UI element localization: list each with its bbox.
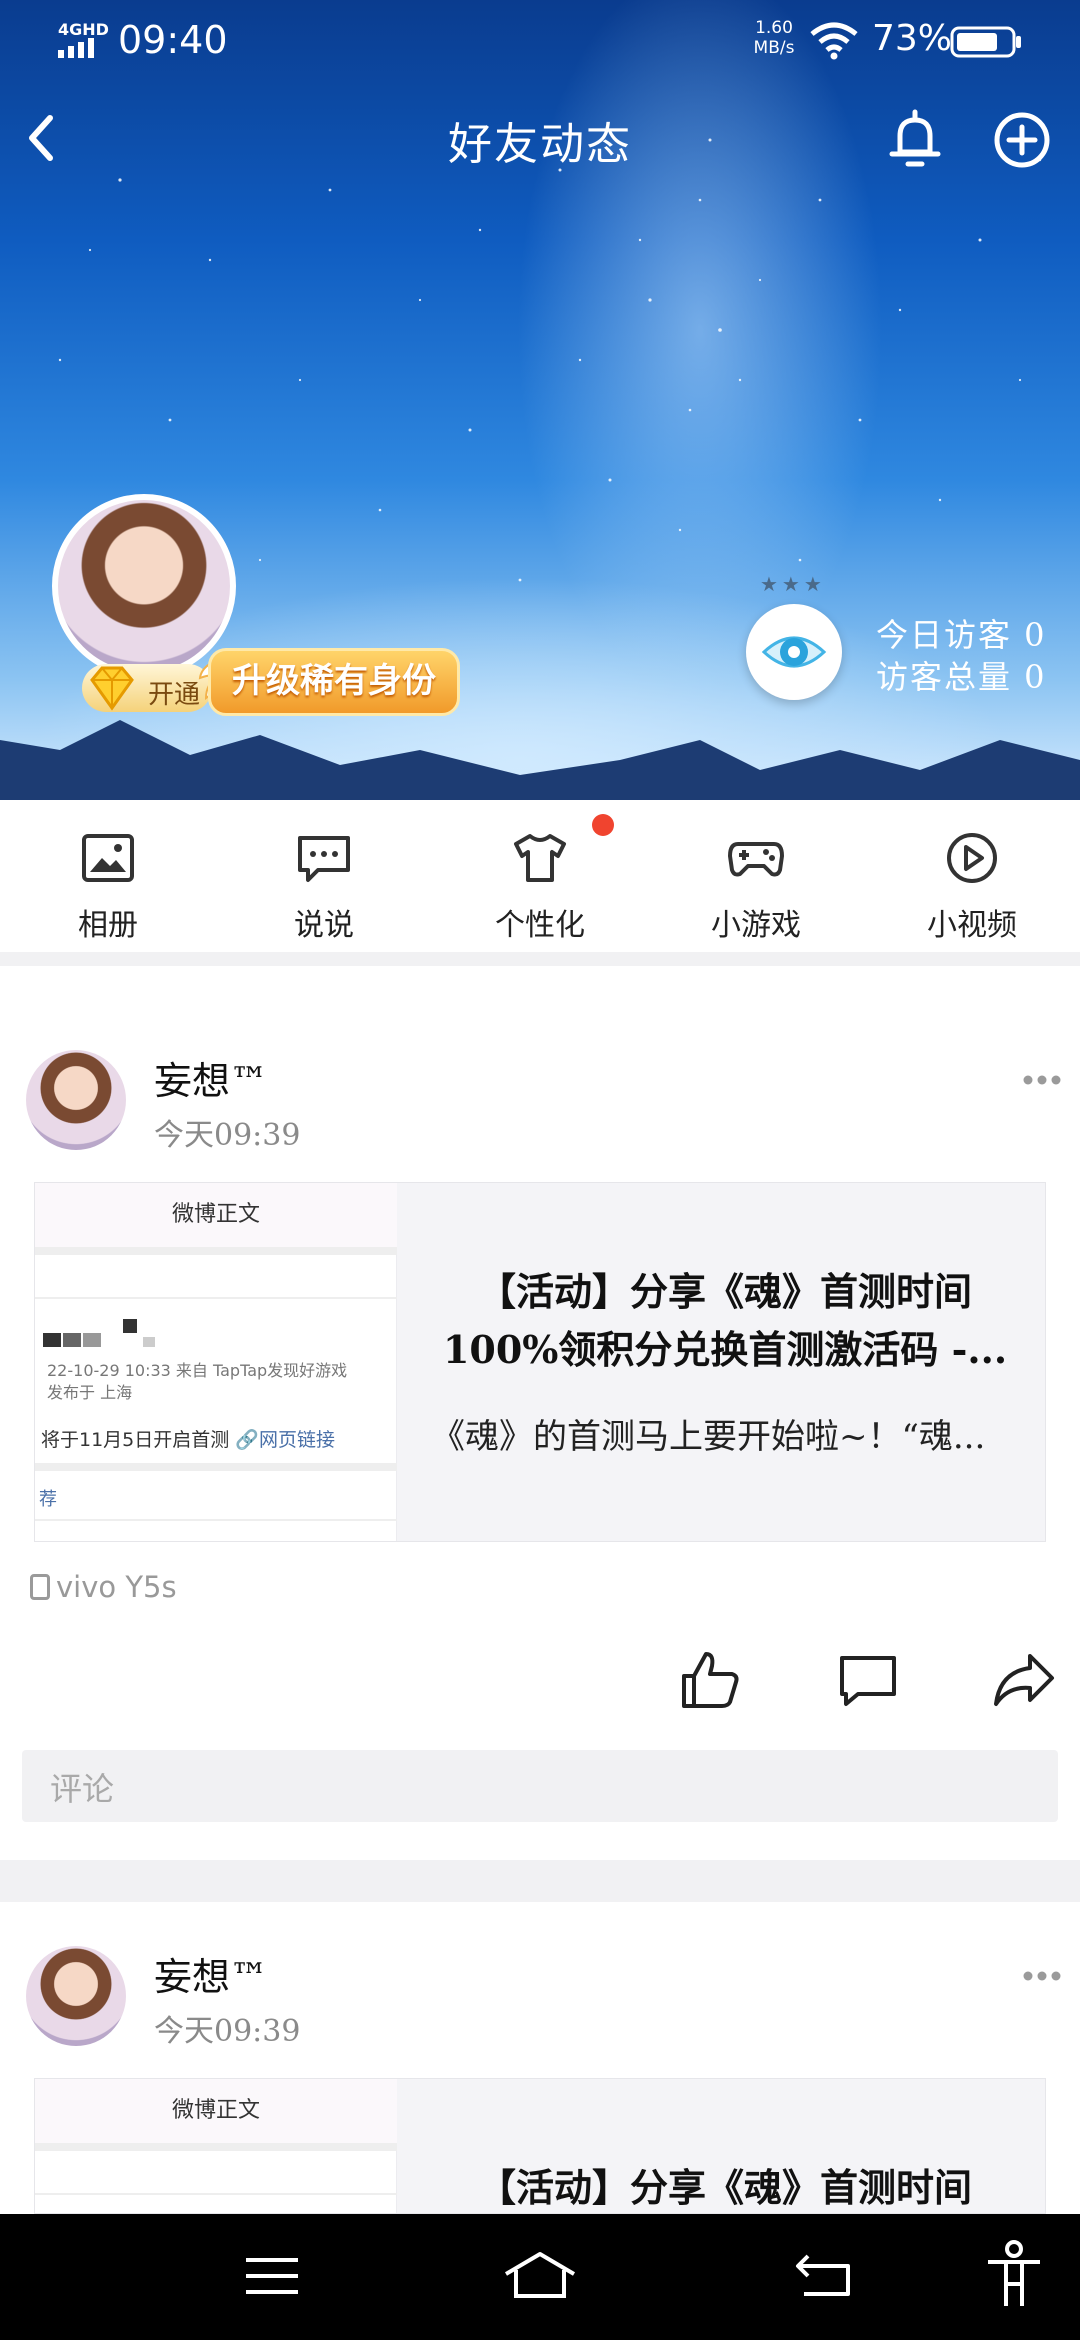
device-name: vivo Y5s xyxy=(56,1570,177,1604)
section-divider xyxy=(0,952,1080,966)
back-nav-icon[interactable] xyxy=(794,2250,854,2300)
menu-icon[interactable] xyxy=(244,2254,300,2298)
upgrade-identity-button[interactable]: 升级稀有身份 xyxy=(208,648,460,716)
status-bar: 4GHD 09:40 1.60 MB/s 73% xyxy=(0,0,1080,80)
author-name[interactable]: 妄想™ xyxy=(154,1946,268,2001)
shared-link-card[interactable]: 微博正文 22-10-29 10:33 来自 TapTap发现好游戏 发布于 上… xyxy=(34,1182,1046,1542)
visitors-total[interactable]: 访客总量 0 xyxy=(876,652,1047,698)
card-thumbnail: 微博正文 22-10-29 10:33 来自 TapTap发现好游戏 发布于 上… xyxy=(35,1183,397,1541)
thumbnail-text-main: 将于11月5日开启首测 xyxy=(41,1429,230,1451)
more-icon[interactable] xyxy=(1022,1970,1062,1982)
section-divider xyxy=(0,1860,1080,1902)
device-label: vivo Y5s xyxy=(30,1570,177,1604)
comment-input[interactable]: 评论 xyxy=(22,1750,1058,1822)
shortcut-shortvideo[interactable]: 小视频 xyxy=(864,800,1080,952)
comment-placeholder: 评论 xyxy=(50,1770,115,1808)
home-icon[interactable] xyxy=(502,2250,578,2300)
eye-icon xyxy=(761,636,827,668)
new-badge-dot xyxy=(592,814,614,836)
thumbnail-rec: 荐 xyxy=(39,1489,57,1510)
thumbnail-text: 将于11月5日开启首测 🔗网页链接 xyxy=(41,1425,335,1452)
comment-icon[interactable] xyxy=(836,1648,900,1712)
card-title-line1: 【活动】分享《魂》首测时间 xyxy=(477,2165,972,2210)
shared-link-card[interactable]: 微博正文 【活动】分享《魂》首测时间 xyxy=(34,2078,1046,2214)
shortcut-minigames[interactable]: 小游戏 xyxy=(648,800,864,952)
shortcut-album-label: 相册 xyxy=(78,908,138,943)
speed-unit: MB/s xyxy=(753,38,795,58)
phone-icon xyxy=(30,1574,50,1600)
battery-icon xyxy=(950,26,1021,58)
play-circle-icon xyxy=(947,833,997,883)
accessibility-icon[interactable] xyxy=(984,2240,1044,2310)
card-description: 《魂》的首测马上要开始啦~！“魂... xyxy=(431,1417,986,1457)
shortcut-minigames-label: 小游戏 xyxy=(711,908,801,943)
battery-percent: 73% xyxy=(872,18,953,59)
card-title-line1: 【活动】分享《魂》首测时间 xyxy=(477,1269,972,1314)
network-speed: 1.60 MB/s xyxy=(752,18,796,58)
plus-circle-icon[interactable] xyxy=(992,110,1052,170)
thumbnail-divider xyxy=(35,1247,397,1255)
thumbnail-divider xyxy=(35,1297,397,1299)
thumbnail-meta: 发布于 上海 xyxy=(47,1383,133,1402)
visitor-stars: ★★★ xyxy=(760,572,826,596)
shortcut-personalize[interactable]: 个性化 xyxy=(432,800,648,952)
shortcut-album[interactable]: 相册 xyxy=(0,800,216,952)
diamond-icon xyxy=(90,666,134,711)
shortcut-personalize-label: 个性化 xyxy=(495,908,585,943)
shortcut-bar: 相册 说说 个性化 小游戏 小视频 xyxy=(0,800,1080,952)
vip-open-label[interactable]: 开通 xyxy=(148,674,200,711)
thumbnail-divider xyxy=(35,2193,397,2195)
post-time: 今天09:39 xyxy=(154,1118,301,1153)
cover-banner: 4GHD 09:40 1.60 MB/s 73% 好友动态 开通 升级稀有身份 … xyxy=(0,0,1080,800)
like-icon[interactable] xyxy=(678,1648,742,1712)
card-title-line2: 100%领积分兑换首测激活码 -... xyxy=(442,1327,1008,1372)
card-thumbnail: 微博正文 xyxy=(35,2079,397,2213)
shortcut-shortvideo-label: 小视频 xyxy=(927,908,1017,943)
blurred-avatar-pixels xyxy=(43,1319,155,1347)
thumbnail-header: 微博正文 xyxy=(35,1183,397,1247)
thumbnail-divider xyxy=(35,2143,397,2151)
network-type: 4GHD xyxy=(58,20,109,39)
shortcut-posts[interactable]: 说说 xyxy=(216,800,432,952)
more-icon[interactable] xyxy=(1022,1074,1062,1086)
thumbnail-header: 微博正文 xyxy=(35,2079,397,2143)
tshirt-icon xyxy=(514,834,566,882)
visitor-eye-button[interactable] xyxy=(746,604,842,700)
back-arrow-icon[interactable] xyxy=(20,108,60,168)
system-navigation-bar xyxy=(0,2214,1080,2340)
signal-icon xyxy=(58,38,94,58)
visitors-today[interactable]: 今日访客 0 xyxy=(876,610,1047,656)
speed-value: 1.60 xyxy=(755,18,793,38)
photo-album-icon xyxy=(82,834,134,882)
wifi-icon xyxy=(810,22,858,60)
thumbnail-meta: 22-10-29 10:33 来自 TapTap发现好游戏 xyxy=(47,1361,348,1380)
thumbnail-divider xyxy=(35,1463,397,1471)
author-avatar[interactable] xyxy=(26,1050,126,1150)
share-icon[interactable] xyxy=(992,1648,1056,1712)
thumbnail-link: 🔗网页链接 xyxy=(235,1429,335,1451)
shortcut-posts-label: 说说 xyxy=(294,908,354,943)
bell-icon[interactable] xyxy=(886,108,944,170)
author-name[interactable]: 妄想™ xyxy=(154,1050,268,1105)
gamepad-icon xyxy=(728,842,784,877)
page-title: 好友动态 xyxy=(448,119,632,170)
thumbnail-divider xyxy=(35,1519,397,1521)
clock: 09:40 xyxy=(118,18,228,62)
author-avatar[interactable] xyxy=(26,1946,126,2046)
post-time: 今天09:39 xyxy=(154,2014,301,2049)
chat-bubble-icon xyxy=(298,836,350,882)
